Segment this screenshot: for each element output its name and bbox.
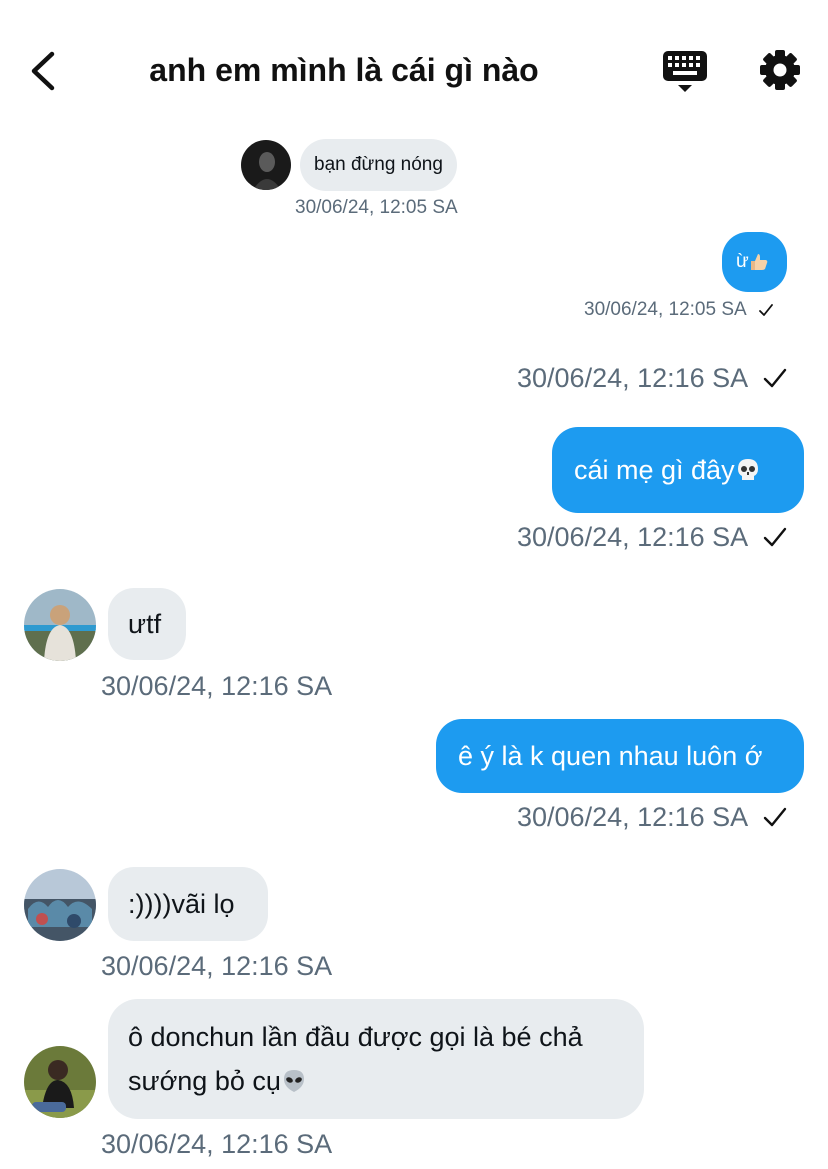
message-bubble[interactable]: ừ	[722, 232, 787, 292]
check-icon	[764, 807, 787, 827]
skull-emoji	[737, 459, 758, 480]
message-text: :))))vãi lọ	[128, 889, 235, 919]
avatar[interactable]	[241, 140, 291, 190]
message-text: ê ý là k quen nhau luôn ớ	[458, 741, 763, 771]
avatar[interactable]	[24, 1046, 96, 1118]
thumbs-up-emoji	[750, 253, 768, 270]
message-text: ưtf	[128, 609, 162, 639]
conversation-title[interactable]: anh em mình là cái gì nào	[0, 48, 688, 92]
avatar-image	[24, 1046, 96, 1118]
message-timestamp: 30/06/24, 12:16 SA	[101, 1129, 333, 1159]
message-timestamp: 30/06/24, 12:16 SA	[101, 951, 333, 981]
message-bubble[interactable]: ô donchun lần đầu được gọi là bé chả sướ…	[108, 999, 644, 1119]
settings-button[interactable]	[756, 46, 804, 94]
alien-emoji	[283, 1070, 304, 1092]
message-timestamp: 30/06/24, 12:16 SA	[101, 671, 333, 701]
message-bubble[interactable]: bạn đừng nóng	[300, 139, 457, 191]
keyboard-icon	[663, 51, 707, 92]
message-timestamp: 30/06/24, 12:05 SA	[295, 197, 458, 218]
gear-icon	[760, 50, 800, 90]
message-timestamp: 30/06/24, 12:05 SA	[584, 298, 775, 322]
message-bubble[interactable]: cái mẹ gì đây	[552, 427, 804, 513]
check-icon	[764, 527, 787, 547]
message-text-line: sướng bỏ cụ	[128, 1059, 624, 1103]
check-icon	[764, 368, 787, 388]
message-timestamp: 30/06/24, 12:16 SA	[517, 519, 788, 555]
avatar-image	[241, 140, 291, 190]
message-text: cái mẹ gì đây	[574, 455, 735, 485]
avatar[interactable]	[24, 589, 96, 661]
avatar[interactable]	[24, 869, 96, 941]
message-text-line: ô donchun lần đầu được gọi là bé chả	[128, 1022, 583, 1052]
message-timestamp: 30/06/24, 12:16 SA	[517, 360, 788, 396]
check-icon	[759, 304, 773, 316]
message-bubble[interactable]: ê ý là k quen nhau luôn ớ	[436, 719, 804, 793]
keyboard-button[interactable]	[660, 48, 710, 94]
message-text: ừ	[736, 251, 749, 272]
avatar-image	[24, 589, 96, 661]
message-text: bạn đừng nóng	[314, 154, 443, 175]
message-bubble[interactable]: :))))vãi lọ	[108, 867, 268, 941]
message-timestamp: 30/06/24, 12:16 SA	[517, 799, 788, 835]
message-bubble[interactable]: ưtf	[108, 588, 186, 660]
avatar-image	[24, 869, 96, 941]
